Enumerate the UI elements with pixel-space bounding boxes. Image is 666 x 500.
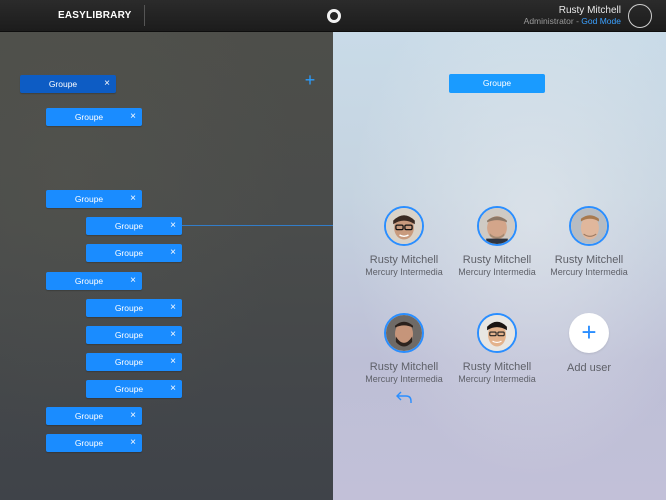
tree-item-label: Groupe bbox=[114, 303, 144, 313]
user-photo-icon bbox=[479, 208, 515, 244]
user-photo-icon bbox=[386, 208, 422, 244]
user-photo bbox=[477, 206, 517, 246]
current-user-role: Administrator - God Mode bbox=[524, 16, 621, 26]
user-photo bbox=[477, 313, 517, 353]
selection-connector bbox=[181, 225, 333, 226]
user-avatar[interactable] bbox=[628, 4, 652, 28]
add-user-label[interactable]: Add user bbox=[549, 362, 629, 374]
tree-item-groupe[interactable]: Groupe × bbox=[46, 190, 142, 208]
user-card[interactable]: Rusty Mitchell Mercury Intermedia bbox=[364, 206, 444, 277]
user-name: Rusty Mitchell bbox=[462, 254, 532, 266]
tree-item-label: Groupe bbox=[114, 221, 144, 231]
user-name: Rusty Mitchell bbox=[369, 361, 439, 373]
remove-icon[interactable]: × bbox=[170, 380, 176, 398]
remove-icon[interactable]: × bbox=[130, 108, 136, 126]
remove-icon[interactable]: × bbox=[104, 75, 110, 93]
tree-item-label: Groupe bbox=[114, 357, 144, 367]
user-photo-icon bbox=[571, 208, 607, 244]
user-photo-icon bbox=[479, 315, 515, 351]
user-company: Mercury Intermedia bbox=[458, 374, 536, 384]
group-title[interactable]: Groupe bbox=[449, 74, 545, 93]
user-card[interactable]: Rusty Mitchell Mercury Intermedia bbox=[457, 313, 537, 384]
tree-item-label: Groupe bbox=[114, 384, 144, 394]
tree-item-groupe[interactable]: Groupe × bbox=[86, 244, 182, 262]
user-photo bbox=[569, 206, 609, 246]
divider bbox=[144, 5, 145, 26]
tree-item-groupe[interactable]: Groupe × bbox=[46, 108, 142, 126]
tree-item-label: Groupe bbox=[74, 438, 104, 448]
remove-icon[interactable]: × bbox=[170, 244, 176, 262]
remove-icon[interactable]: × bbox=[170, 326, 176, 344]
tree-item-groupe[interactable]: Groupe × bbox=[86, 380, 182, 398]
tree-item-label: Groupe bbox=[74, 112, 104, 122]
app-logo-icon[interactable] bbox=[327, 9, 341, 23]
app-title: EASYLIBRARY bbox=[58, 10, 132, 21]
user-company: Mercury Intermedia bbox=[550, 267, 628, 277]
tree-item-groupe[interactable]: Groupe × bbox=[46, 272, 142, 290]
tree-item-groupe[interactable]: Groupe × bbox=[20, 75, 116, 93]
user-company: Mercury Intermedia bbox=[365, 267, 443, 277]
role-text: Administrator bbox=[523, 16, 574, 26]
tree-item-groupe[interactable]: Groupe × bbox=[86, 299, 182, 317]
user-name: Rusty Mitchell bbox=[369, 254, 439, 266]
tree-item-label: Groupe bbox=[74, 411, 104, 421]
remove-icon[interactable]: × bbox=[130, 434, 136, 452]
user-name: Rusty Mitchell bbox=[462, 361, 532, 373]
mode-link[interactable]: God Mode bbox=[581, 16, 621, 26]
add-group-icon[interactable]: + bbox=[303, 71, 317, 89]
user-card[interactable]: Rusty Mitchell Mercury Intermedia bbox=[457, 206, 537, 277]
tree-item-groupe[interactable]: Groupe × bbox=[86, 326, 182, 344]
user-card[interactable]: Rusty Mitchell Mercury Intermedia bbox=[549, 206, 629, 277]
user-name: Rusty Mitchell bbox=[554, 254, 624, 266]
remove-icon[interactable]: × bbox=[170, 299, 176, 317]
add-user-button[interactable]: + bbox=[569, 313, 609, 353]
tree-item-label: Groupe bbox=[74, 276, 104, 286]
remove-icon[interactable]: × bbox=[130, 272, 136, 290]
user-company: Mercury Intermedia bbox=[458, 267, 536, 277]
tree-item-groupe[interactable]: Groupe × bbox=[86, 353, 182, 371]
user-card[interactable]: Rusty Mitchell Mercury Intermedia bbox=[364, 313, 444, 384]
tree-item-label: Groupe bbox=[48, 79, 78, 89]
current-user-name: Rusty Mitchell bbox=[558, 5, 621, 16]
undo-icon[interactable] bbox=[395, 390, 413, 404]
user-photo bbox=[384, 313, 424, 353]
tree-item-label: Groupe bbox=[74, 194, 104, 204]
user-company: Mercury Intermedia bbox=[365, 374, 443, 384]
group-tree-pane bbox=[0, 32, 333, 500]
tree-item-label: Groupe bbox=[114, 330, 144, 340]
remove-icon[interactable]: × bbox=[130, 190, 136, 208]
user-photo bbox=[384, 206, 424, 246]
tree-item-groupe-selected[interactable]: Groupe × bbox=[86, 217, 182, 235]
user-photo-icon bbox=[386, 315, 422, 351]
remove-icon[interactable]: × bbox=[130, 407, 136, 425]
remove-icon[interactable]: × bbox=[170, 353, 176, 371]
tree-item-label: Groupe bbox=[114, 248, 144, 258]
tree-item-groupe[interactable]: Groupe × bbox=[46, 407, 142, 425]
remove-icon[interactable]: × bbox=[170, 217, 176, 235]
top-bar: EASYLIBRARY Rusty Mitchell Administrator… bbox=[0, 0, 666, 32]
tree-item-groupe[interactable]: Groupe × bbox=[46, 434, 142, 452]
